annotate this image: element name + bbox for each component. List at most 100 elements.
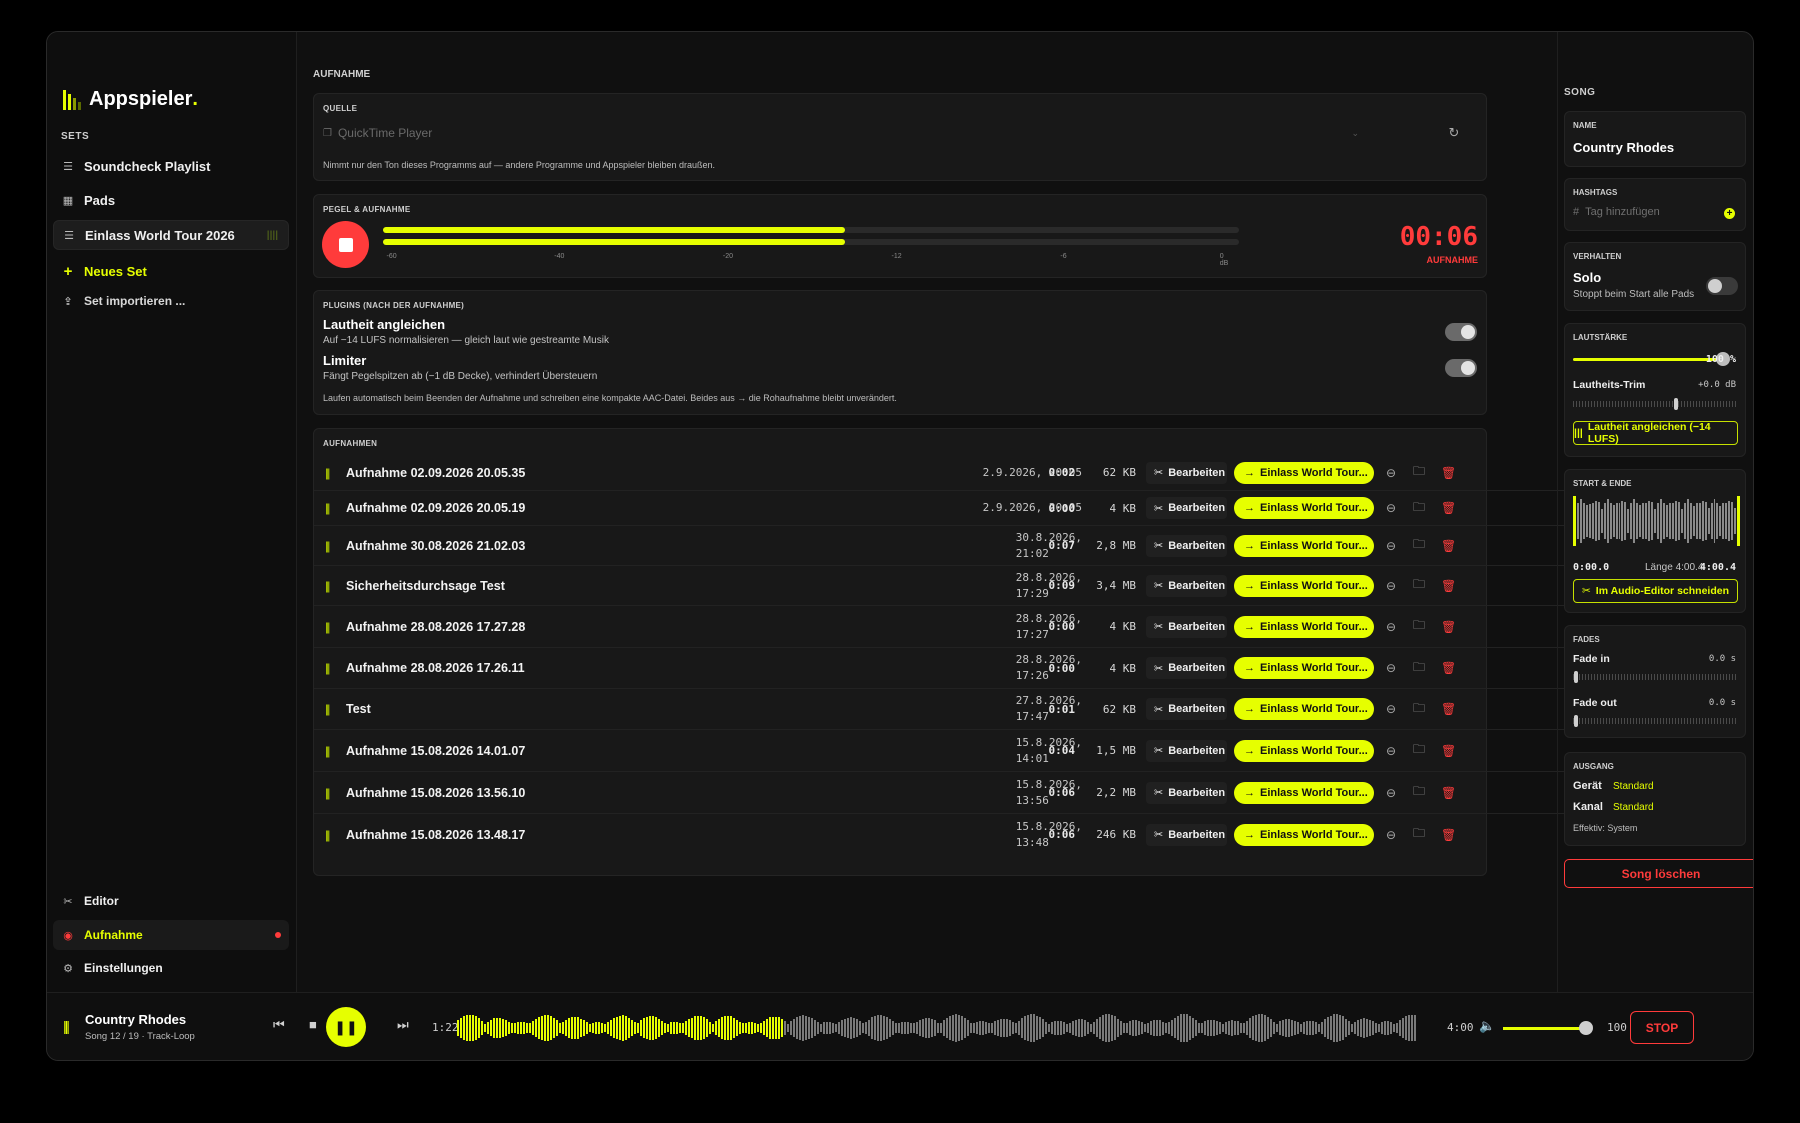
add-to-set-button[interactable]: → Einlass World Tour... [1234, 657, 1374, 679]
folder-icon[interactable]: 🗀 [1413, 782, 1425, 803]
new-set-button[interactable]: + Neues Set [53, 256, 289, 286]
trim-slider[interactable] [1573, 401, 1738, 407]
add-to-set-button[interactable]: → Einlass World Tour... [1234, 739, 1374, 762]
sidebar-item-einlass-world-tour[interactable]: ☰ Einlass World Tour 2026 |||| [53, 220, 289, 250]
edit-recording-button[interactable]: ✂ Bearbeiten [1146, 615, 1227, 638]
solo-toggle[interactable] [1706, 277, 1738, 295]
volume-slider[interactable] [1573, 358, 1723, 361]
add-to-set-button[interactable]: → Einlass World Tour... [1234, 534, 1374, 557]
recording-row[interactable]: ||| Aufnahme 15.08.2026 14.01.07 15.8.20… [314, 729, 1568, 771]
edit-recording-button[interactable]: ✂ Bearbeiten [1146, 739, 1227, 762]
folder-icon[interactable]: 🗀 [1413, 824, 1425, 845]
remove-circle-icon[interactable]: ⊖ [1386, 744, 1396, 758]
remove-circle-icon[interactable]: ⊖ [1386, 466, 1396, 480]
pause-button[interactable]: ❚❚ [326, 1007, 366, 1047]
folder-icon[interactable]: 🗀 [1413, 616, 1425, 637]
fade-out-slider[interactable] [1573, 718, 1738, 724]
stop-all-button[interactable]: STOP [1630, 1011, 1694, 1044]
recording-row[interactable]: ||| Aufnahme 28.08.2026 17.26.11 28.8.20… [314, 647, 1568, 688]
recording-row[interactable]: ||| Aufnahme 02.09.2026 20.05.35 2.9.202… [314, 455, 1568, 490]
delete-song-button[interactable]: Song löschen [1564, 859, 1753, 888]
fade-in-slider[interactable] [1573, 674, 1738, 680]
remove-circle-icon[interactable]: ⊖ [1386, 661, 1396, 675]
add-to-set-button[interactable]: → Einlass World Tour... [1234, 698, 1374, 720]
nav-aufnahme[interactable]: ◉ Aufnahme [53, 920, 289, 950]
playback-waveform[interactable] [457, 1010, 1432, 1046]
edit-recording-button[interactable]: ✂ Bearbeiten [1146, 534, 1227, 557]
trim-waveform[interactable] [1573, 496, 1741, 546]
recording-row[interactable]: ||| Test 27.8.2026, 17:47 0:01 62 KB ✂ Bea… [314, 688, 1568, 729]
trash-icon[interactable]: 🗑 [1441, 501, 1456, 515]
folder-icon[interactable]: 🗀 [1413, 658, 1425, 679]
nav-editor[interactable]: ✂ Editor [53, 886, 289, 916]
recording-row[interactable]: ||| Aufnahme 28.08.2026 17.27.28 28.8.20… [314, 605, 1568, 647]
cut-in-editor-button[interactable]: ✂ Im Audio-Editor schneiden [1573, 579, 1738, 603]
remove-circle-icon[interactable]: ⊖ [1386, 501, 1396, 515]
channel-select[interactable]: Standard [1613, 802, 1654, 813]
trash-icon[interactable]: 🗑 [1441, 579, 1456, 593]
trash-icon[interactable]: 🗑 [1441, 744, 1456, 758]
recording-row[interactable]: ||| Aufnahme 30.08.2026 21.02.03 30.8.20… [314, 525, 1568, 565]
add-to-set-button[interactable]: → Einlass World Tour... [1234, 781, 1374, 804]
sidebar-item-soundcheck-playlist[interactable]: ☰ Soundcheck Playlist [53, 151, 289, 181]
folder-icon[interactable]: 🗀 [1413, 498, 1425, 519]
edit-recording-button[interactable]: ✂ Bearbeiten [1146, 461, 1227, 484]
trash-icon[interactable]: 🗑 [1441, 620, 1456, 634]
remove-circle-icon[interactable]: ⊖ [1386, 702, 1396, 716]
remove-circle-icon[interactable]: ⊖ [1386, 539, 1396, 553]
trash-icon[interactable]: 🗑 [1441, 539, 1456, 553]
remove-circle-icon[interactable]: ⊖ [1386, 620, 1396, 634]
nav-einstellungen[interactable]: ⚙ Einstellungen [53, 953, 289, 983]
song-name-field[interactable]: Country Rhodes [1573, 140, 1674, 155]
sidebar-item-pads[interactable]: ▦ Pads [53, 185, 289, 215]
stop-button[interactable]: ■ [309, 1017, 317, 1032]
edit-recording-button[interactable]: ✂ Bearbeiten [1146, 823, 1227, 846]
folder-icon[interactable]: 🗀 [1413, 575, 1425, 596]
loudness-toggle[interactable] [1445, 323, 1477, 341]
trash-icon[interactable]: 🗑 [1441, 702, 1456, 716]
add-to-set-button[interactable]: → Einlass World Tour... [1234, 497, 1374, 519]
recording-row[interactable]: ||| Aufnahme 15.08.2026 13.48.17 15.8.20… [314, 813, 1568, 855]
add-to-set-button[interactable]: → Einlass World Tour... [1234, 461, 1374, 484]
fade-in-knob[interactable] [1574, 671, 1578, 683]
folder-icon[interactable]: 🗀 [1413, 535, 1425, 556]
folder-icon[interactable]: 🗀 [1413, 699, 1425, 720]
remove-circle-icon[interactable]: ⊖ [1386, 828, 1396, 842]
import-set-button[interactable]: ⇪ Set importieren ... [53, 286, 289, 316]
edit-recording-button[interactable]: ✂ Bearbeiten [1146, 574, 1227, 597]
trash-icon[interactable]: 🗑 [1441, 466, 1456, 480]
player-volume-knob[interactable] [1579, 1021, 1593, 1035]
remove-circle-icon[interactable]: ⊖ [1386, 786, 1396, 800]
trash-icon[interactable]: 🗑 [1441, 661, 1456, 675]
recording-row[interactable]: ||| Sicherheitsdurchsage Test 28.8.2026,… [314, 565, 1568, 605]
edit-recording-button[interactable]: ✂ Bearbeiten [1146, 497, 1227, 519]
source-select[interactable]: ❐ QuickTime Player ⌄ [323, 122, 1359, 144]
device-select[interactable]: Standard [1613, 781, 1654, 792]
edit-recording-button[interactable]: ✂ Bearbeiten [1146, 781, 1227, 804]
limiter-toggle[interactable] [1445, 359, 1477, 377]
add-to-set-button[interactable]: → Einlass World Tour... [1234, 823, 1374, 846]
recording-row[interactable]: ||| Aufnahme 15.08.2026 13.56.10 15.8.20… [314, 771, 1568, 813]
edit-recording-button[interactable]: ✂ Bearbeiten [1146, 698, 1227, 720]
refresh-button[interactable]: ↻ [1442, 121, 1466, 145]
loudness-normalize-button[interactable]: ||| Lautheit angleichen (−14 LUFS) [1573, 421, 1738, 445]
edit-recording-button[interactable]: ✂ Bearbeiten [1146, 657, 1227, 679]
previous-button[interactable]: ⏮ [273, 1017, 285, 1033]
trim-slider-knob[interactable] [1674, 398, 1678, 410]
add-to-set-button[interactable]: → Einlass World Tour... [1234, 615, 1374, 638]
next-button[interactable]: ⏭ [397, 1017, 409, 1033]
folder-icon[interactable]: 🗀 [1413, 740, 1425, 761]
trash-icon[interactable]: 🗑 [1441, 786, 1456, 800]
trash-icon[interactable]: 🗑 [1441, 828, 1456, 842]
stop-recording-button[interactable] [322, 221, 369, 268]
add-to-set-button[interactable]: → Einlass World Tour... [1234, 574, 1374, 597]
folder-icon[interactable]: 🗀 [1413, 462, 1425, 483]
remove-circle-icon[interactable]: ⊖ [1386, 579, 1396, 593]
volume-button[interactable]: 🔈 [1479, 1018, 1495, 1034]
add-tag-button[interactable]: + [1724, 208, 1735, 219]
recording-date-line2: 17:26 [1015, 669, 1049, 682]
player-volume-slider[interactable] [1503, 1027, 1585, 1030]
fade-out-knob[interactable] [1574, 715, 1578, 727]
recording-row[interactable]: ||| Aufnahme 02.09.2026 20.05.19 2.9.202… [314, 490, 1568, 525]
hashtag-input[interactable]: # Tag hinzufügen [1573, 206, 1660, 218]
